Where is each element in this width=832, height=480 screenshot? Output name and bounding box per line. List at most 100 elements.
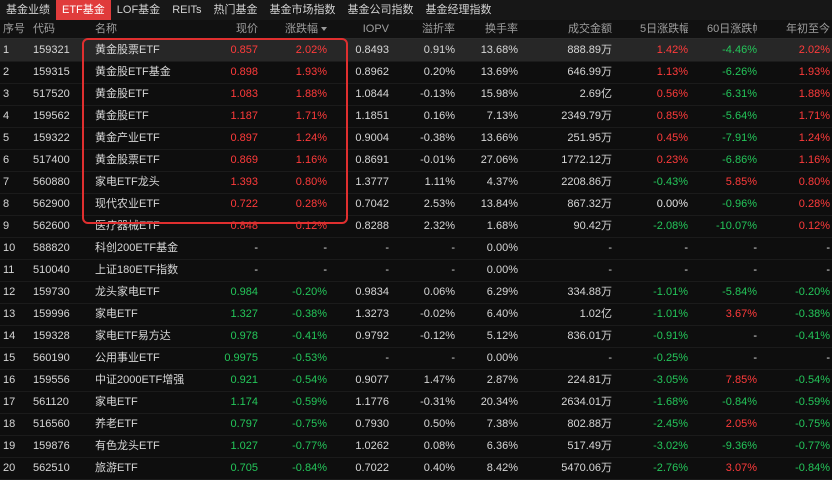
cell-d5: -2.08% <box>653 220 688 232</box>
table-row[interactable]: 17 561120 家电ETF 1.174 -0.59% 1.1776 -0.31% 20.3… <box>0 391 832 414</box>
cell-prem: -0.13% <box>420 88 455 100</box>
tab-7[interactable]: 基金经理指数 <box>420 0 498 20</box>
cell-ytd: - <box>826 242 830 254</box>
cell-iopv: 0.8288 <box>355 220 389 232</box>
cell-d5: 0.23% <box>656 154 688 166</box>
cell-d5: -3.02% <box>653 440 688 452</box>
cell-no: 3 <box>3 88 10 100</box>
table-row[interactable]: 11 510040 上证180ETF指数 - - - - 0.00% - - - - <box>0 259 832 282</box>
cell-iopv: 0.9077 <box>355 374 389 386</box>
cell-turn: 27.06% <box>480 154 518 166</box>
cell-prem: - <box>451 352 455 364</box>
table-row[interactable]: 15 560190 公用事业ETF 0.9975 -0.53% - - 0.00% - -0.25… <box>0 347 832 370</box>
cell-amt: 1.02亿 <box>579 308 612 320</box>
cell-turn: 13.66% <box>480 132 518 144</box>
cell-iopv: - <box>385 242 389 254</box>
header-premium[interactable]: 溢折率 <box>395 20 455 38</box>
table-row[interactable]: 2 159315 黄金股ETF基金 0.898 1.93% 0.8962 0.20% 13.6… <box>0 61 832 84</box>
cell-name: 医疗器械ETF <box>95 220 160 232</box>
cell-ytd: 1.93% <box>798 66 830 78</box>
cell-code: 159730 <box>33 286 70 298</box>
cell-no: 13 <box>3 308 16 320</box>
table-row[interactable]: 4 159562 黄金股ETF 1.187 1.71% 1.1851 0.16% 7.13% 2… <box>0 105 832 128</box>
table-row[interactable]: 18 516560 养老ETF 0.797 -0.75% 0.7930 0.50% 7.38%… <box>0 413 832 436</box>
table-row[interactable]: 9 562600 医疗器械ETF 0.848 0.12% 0.8288 2.32% 1.68%… <box>0 215 832 238</box>
tab-6[interactable]: 基金公司指数 <box>342 0 420 20</box>
cell-chg: -0.75% <box>292 418 327 430</box>
table-row[interactable]: 16 159556 中证2000ETF增强 0.921 -0.54% 0.9077 1.47… <box>0 369 832 392</box>
header-change-pct[interactable]: 涨跌幅 <box>259 20 329 38</box>
tab-2[interactable]: LOF基金 <box>111 0 166 20</box>
cell-ytd: -0.54% <box>795 374 830 386</box>
cell-amt: 334.88万 <box>567 286 612 298</box>
cell-prem: 0.50% <box>423 418 455 430</box>
cell-iopv: 0.8962 <box>355 66 389 78</box>
cell-ytd: - <box>826 264 830 276</box>
table-row[interactable]: 6 517400 黄金股票ETF 0.869 1.16% 0.8691 -0.01% 27.0… <box>0 149 832 172</box>
tab-3[interactable]: REITs <box>166 0 207 20</box>
cell-chg: -0.84% <box>292 462 327 474</box>
table-row[interactable]: 14 159328 家电ETF易方达 0.978 -0.41% 0.9792 -0.12% 5… <box>0 325 832 348</box>
table-row[interactable]: 5 159322 黄金产业ETF 0.897 1.24% 0.9004 -0.38% 13.6… <box>0 127 832 150</box>
cell-amt: 2.69亿 <box>579 88 612 100</box>
cell-ytd: - <box>826 352 830 364</box>
header-price[interactable]: 现价 <box>214 20 258 38</box>
table-row[interactable]: 10 588820 科创200ETF基金 - - - - 0.00% - - - - <box>0 237 832 260</box>
cell-code: 560880 <box>33 176 70 188</box>
header-turnover[interactable]: 换手率 <box>462 20 518 38</box>
cell-price: 1.327 <box>230 308 258 320</box>
table-row[interactable]: 12 159730 龙头家电ETF 0.984 -0.20% 0.9834 0.06% 6.2… <box>0 281 832 304</box>
cell-chg: -0.53% <box>292 352 327 364</box>
table-row[interactable]: 20 562510 旅游ETF 0.705 -0.84% 0.7022 0.40% 8.42%… <box>0 457 832 480</box>
cell-no: 11 <box>3 264 15 276</box>
cell-turn: 6.29% <box>486 286 518 298</box>
cell-d60: -6.31% <box>722 88 757 100</box>
cell-chg: 0.80% <box>295 176 327 188</box>
table-row[interactable]: 3 517520 黄金股ETF 1.083 1.88% 1.0844 -0.13% 15.98… <box>0 83 832 106</box>
header-code[interactable]: 代码 <box>33 20 85 38</box>
cell-ytd: -0.20% <box>795 286 830 298</box>
tab-4[interactable]: 热门基金 <box>208 0 264 20</box>
cell-d60: 3.07% <box>725 462 757 474</box>
tab-0[interactable]: 基金业绩 <box>0 0 56 20</box>
header-iopv[interactable]: IOPV <box>336 20 389 38</box>
cell-no: 10 <box>3 242 16 254</box>
cell-chg: 1.24% <box>295 132 327 144</box>
tab-5[interactable]: 基金市场指数 <box>264 0 342 20</box>
header-ytd[interactable]: 年初至今 <box>760 20 830 38</box>
cell-ytd: 2.02% <box>798 44 830 56</box>
cell-d5: 0.00% <box>656 198 688 210</box>
cell-price: 1.027 <box>230 440 258 452</box>
cell-no: 18 <box>3 418 16 430</box>
table-row[interactable]: 7 560880 家电ETF龙头 1.393 0.80% 1.3777 1.11% 4.37%… <box>0 171 832 194</box>
cell-prem: 1.11% <box>424 176 455 188</box>
table-row[interactable]: 13 159996 家电ETF 1.327 -0.38% 1.3273 -0.02% 6.40… <box>0 303 832 326</box>
cell-amt: 1772.12万 <box>561 154 612 166</box>
table-row[interactable]: 1 159321 黄金股票ETF 0.857 2.02% 0.8493 0.91% 13.68… <box>0 39 832 62</box>
cell-amt: 2634.01万 <box>561 396 612 408</box>
cell-d5: - <box>684 242 688 254</box>
cell-d60: 2.05% <box>725 418 757 430</box>
header-60d-change[interactable]: 60日涨跌幅 <box>707 20 757 38</box>
table-row[interactable]: 19 159876 有色龙头ETF 1.027 -0.77% 1.0262 0.08% 6.3… <box>0 435 832 458</box>
cell-amt: - <box>608 352 612 364</box>
cell-chg: 2.02% <box>295 44 327 56</box>
cell-d5: -2.76% <box>653 462 688 474</box>
tab-1[interactable]: ETF基金 <box>56 0 111 20</box>
cell-price: 0.869 <box>230 154 258 166</box>
cell-chg: -0.54% <box>292 374 327 386</box>
cell-chg: 1.93% <box>295 66 327 78</box>
header-no[interactable]: 序号 <box>3 20 27 38</box>
header-5d-change[interactable]: 5日涨跌幅 <box>640 20 688 38</box>
cell-code: 517400 <box>33 154 70 166</box>
header-name[interactable]: 名称 <box>95 20 215 38</box>
cell-name: 黄金产业ETF <box>95 132 160 144</box>
header-amount[interactable]: 成交金额 <box>552 20 612 38</box>
table-row[interactable]: 8 562900 现代农业ETF 0.722 0.28% 0.7042 2.53% 13.84… <box>0 193 832 216</box>
cell-turn: 2.87% <box>486 374 518 386</box>
cell-no: 7 <box>3 176 10 188</box>
cell-d5: 0.85% <box>656 110 688 122</box>
cell-name: 家电ETF易方达 <box>95 330 171 342</box>
cell-ytd: 0.28% <box>798 198 830 210</box>
cell-d60: -4.46% <box>722 44 757 56</box>
